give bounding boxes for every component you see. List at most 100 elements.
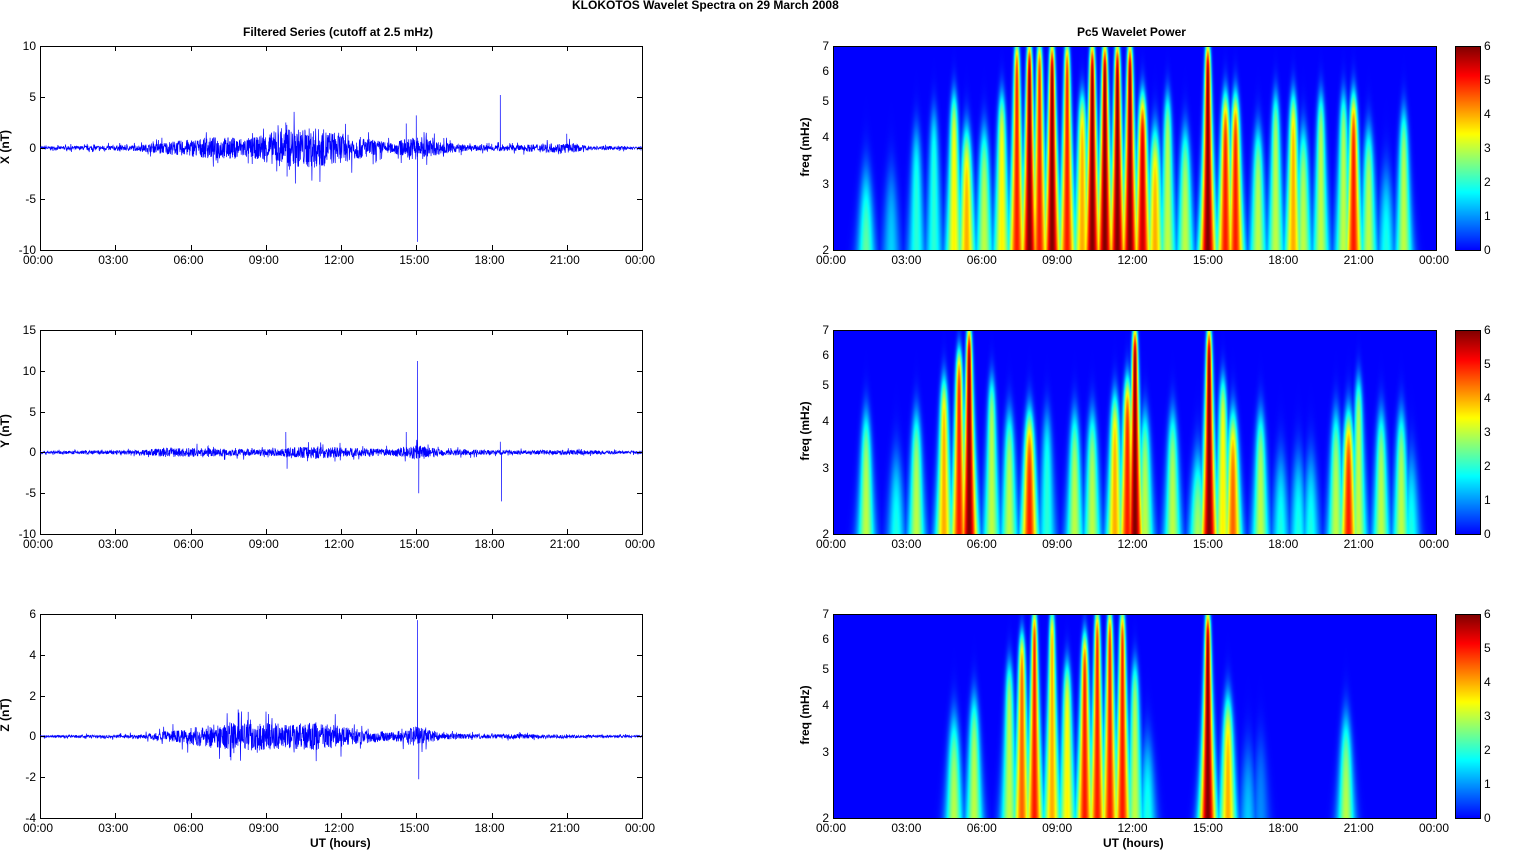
series-line-X	[40, 94, 642, 242]
xtick-label: 12:00	[324, 821, 355, 835]
freq-tick-label: 7	[822, 39, 829, 53]
xtick-mark	[341, 614, 342, 619]
freq-tick-label: 5	[822, 661, 829, 676]
xtick-mark	[566, 813, 568, 818]
xtick-label: 03:00	[891, 253, 922, 267]
xtick-label: 06:00	[966, 821, 997, 835]
ytick-mark	[40, 199, 45, 200]
ytick-label: 0	[29, 729, 36, 744]
xtick-mark	[115, 46, 117, 51]
xtick-mark	[265, 245, 267, 250]
xtick-label: 03:00	[98, 821, 129, 835]
xtick-mark	[115, 614, 117, 619]
colorbar-tick-label: 0	[1484, 811, 1491, 825]
xtick-mark	[265, 330, 267, 335]
timeseries-plot-Z	[40, 620, 642, 780]
xtick-mark	[491, 330, 493, 335]
xtick-label: 06:00	[173, 253, 204, 267]
xtick-label: 12:00	[1117, 537, 1148, 551]
ytick-mark	[40, 493, 45, 495]
xtick-mark	[491, 614, 493, 619]
xtick-mark	[265, 46, 267, 51]
freq-tick-label: 7	[822, 607, 829, 621]
colorbar-frame	[1455, 330, 1481, 535]
colorbar-tick-label: 1	[1484, 209, 1491, 223]
wavelet-axes-Z	[833, 614, 1437, 819]
ytick-mark	[40, 777, 45, 779]
series-line-Z	[40, 620, 642, 780]
wavelet-axes-Y	[833, 330, 1437, 535]
ytick-mark	[637, 736, 642, 738]
xtick-label: 09:00	[248, 253, 279, 267]
xtick-label: 18:00	[1268, 537, 1299, 551]
freq-tick-label: 3	[822, 744, 829, 759]
xtick-label: 00:00	[23, 821, 54, 835]
xtick-mark	[341, 813, 342, 818]
xtick-label: 06:00	[173, 537, 204, 551]
colorbar-tick-label: 5	[1484, 641, 1491, 655]
xtick-mark	[265, 813, 267, 818]
left-column-title: Filtered Series (cutoff at 2.5 mHz)	[243, 25, 434, 39]
xtick-label: 00:00	[1419, 821, 1450, 835]
xtick-label: 09:00	[248, 821, 279, 835]
xtick-label: 06:00	[966, 253, 997, 267]
xtick-mark	[416, 614, 418, 619]
xtick-label: 18:00	[1268, 253, 1299, 267]
xtick-mark	[416, 813, 418, 818]
xtick-mark	[115, 330, 117, 335]
ytick-mark	[637, 148, 642, 149]
timeseries-plot-Y	[40, 361, 642, 502]
xtick-mark	[341, 330, 342, 335]
xtick-label: 00:00	[625, 253, 656, 267]
freq-tick-label: 7	[822, 323, 829, 337]
xtick-mark	[190, 46, 192, 51]
ytick-label: 2	[29, 688, 36, 703]
series-line-Y	[40, 361, 642, 502]
xtick-label: 00:00	[625, 537, 656, 551]
left-xlabel: UT (hours)	[310, 836, 371, 850]
xtick-label: 21:00	[1343, 537, 1374, 551]
colorbar-frame	[1455, 614, 1481, 819]
ytick-mark	[40, 97, 45, 98]
ytick-label: 10	[22, 363, 36, 378]
colorbar-tick-label: 2	[1484, 175, 1491, 189]
ytick-mark	[637, 695, 642, 697]
ytick-mark	[40, 736, 45, 738]
colorbar-tick-label: 6	[1484, 39, 1491, 53]
xtick-label: 03:00	[98, 253, 129, 267]
ylabel-X: X (nT)	[0, 130, 12, 164]
freq-tick-label: 5	[822, 377, 829, 392]
xtick-mark	[566, 330, 568, 335]
colorbar-tick-label: 2	[1484, 743, 1491, 757]
xtick-label: 21:00	[549, 537, 580, 551]
xtick-label: 12:00	[1117, 821, 1148, 835]
xtick-label: 15:00	[399, 537, 430, 551]
xtick-mark	[265, 614, 267, 619]
xtick-mark	[416, 529, 418, 534]
xtick-label: 21:00	[549, 253, 580, 267]
ytick-mark	[40, 411, 45, 413]
xtick-label: 00:00	[816, 253, 847, 267]
xtick-label: 09:00	[1042, 253, 1073, 267]
xtick-mark	[491, 529, 493, 534]
colorbar-tick-label: 6	[1484, 607, 1491, 621]
ytick-mark	[637, 370, 642, 372]
ytick-mark	[40, 654, 45, 656]
xtick-mark	[491, 46, 493, 51]
xtick-label: 03:00	[891, 537, 922, 551]
ytick-label: 5	[29, 90, 36, 104]
xtick-label: 09:00	[248, 537, 279, 551]
xtick-label: 21:00	[549, 821, 580, 835]
xtick-mark	[115, 813, 117, 818]
colorbar-tick-label: 4	[1484, 675, 1491, 689]
ytick-label: 4	[29, 647, 36, 662]
freq-tick-label: 4	[822, 130, 829, 145]
ytick-label: -2	[25, 770, 36, 785]
xtick-label: 18:00	[474, 821, 505, 835]
xtick-label: 12:00	[1117, 253, 1148, 267]
xtick-mark	[115, 245, 117, 250]
colorbar-tick-label: 6	[1484, 323, 1491, 337]
xtick-label: 00:00	[625, 821, 656, 835]
xtick-label: 00:00	[1419, 537, 1450, 551]
xtick-label: 06:00	[173, 821, 204, 835]
